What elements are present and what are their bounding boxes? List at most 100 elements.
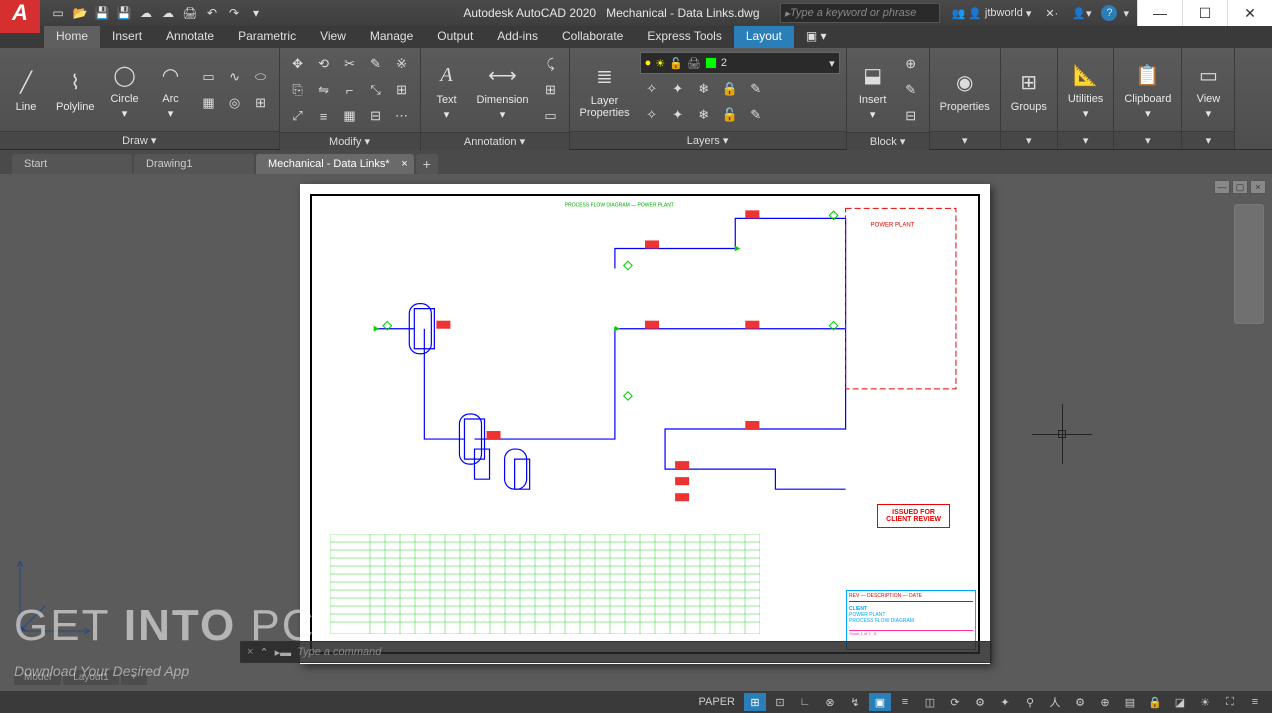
vp-restore-icon[interactable]: ▢ — [1232, 180, 1248, 194]
open-icon[interactable]: 📂 — [70, 3, 90, 23]
properties-button[interactable]: ◉Properties — [936, 65, 994, 115]
new-icon[interactable]: ▭ — [48, 3, 68, 23]
panel-clipboard-title[interactable]: ▾ — [1114, 131, 1181, 149]
text-button[interactable]: AText▾ — [427, 58, 467, 123]
attr-icon[interactable]: ⊟ — [899, 104, 923, 128]
space-indicator[interactable]: PAPER — [693, 696, 741, 708]
close-tab-icon[interactable]: × — [401, 158, 407, 170]
tab-express[interactable]: Express Tools — [635, 26, 733, 48]
signin-button[interactable]: 👥 👤 jtbworld ▾ — [948, 5, 1036, 22]
snap-toggle-icon[interactable]: ⊡ — [769, 693, 791, 711]
rotate-icon[interactable]: ⟲ — [312, 52, 336, 76]
ribbon-overflow-icon[interactable]: ▣ ▾ — [794, 26, 839, 48]
tab-view[interactable]: View — [308, 26, 358, 48]
panel-groups-title[interactable]: ▾ — [1001, 131, 1057, 149]
close-button[interactable]: ✕ — [1227, 0, 1272, 26]
ellipse-icon[interactable]: ⬭ — [249, 65, 273, 89]
line-button[interactable]: ╱Line — [6, 65, 46, 115]
minimize-button[interactable]: — — [1137, 0, 1182, 26]
lock-ui-icon[interactable]: 🔒 — [1144, 693, 1166, 711]
panel-properties-title[interactable]: ▾ — [930, 131, 1000, 149]
help-dropdown-icon[interactable]: ▾ — [1123, 7, 1129, 20]
spline-icon[interactable]: ∿ — [223, 65, 247, 89]
explode-icon[interactable]: ※ — [390, 52, 414, 76]
tab-home[interactable]: Home — [44, 26, 100, 48]
leader-icon[interactable]: ⤹ — [539, 52, 563, 76]
tab-output[interactable]: Output — [425, 26, 485, 48]
dimension-button[interactable]: ⟷Dimension▾ — [473, 58, 533, 123]
create-block-icon[interactable]: ⊕ — [899, 52, 923, 76]
mtext-icon[interactable]: ▭ — [539, 104, 563, 128]
isodraft-icon[interactable]: ↯ — [844, 693, 866, 711]
view-button[interactable]: ▭View▾ — [1188, 57, 1228, 122]
ortho-toggle-icon[interactable]: ∟ — [794, 693, 816, 711]
offset-icon[interactable]: ≡ — [312, 104, 336, 128]
annoauto-icon[interactable]: ⚲ — [1019, 693, 1041, 711]
panel-view-title[interactable]: ▾ — [1182, 131, 1234, 149]
web-open-icon[interactable]: ☁ — [136, 3, 156, 23]
autodesk-app-icon[interactable]: ✕· — [1041, 5, 1062, 22]
rect-icon[interactable]: ▭ — [197, 65, 221, 89]
array-icon[interactable]: ⊞ — [390, 78, 414, 102]
laycur-icon[interactable]: ✎ — [744, 103, 768, 127]
modify-more-icon[interactable]: ⋯ — [390, 104, 414, 128]
vp-close-icon[interactable]: × — [1250, 180, 1266, 194]
saveas-icon[interactable]: 💾 — [114, 3, 134, 23]
app-logo[interactable]: A — [0, 0, 40, 33]
maximize-button[interactable]: ☐ — [1182, 0, 1227, 26]
stay-connected-icon[interactable]: 👤▾ — [1068, 5, 1095, 22]
tab-insert[interactable]: Insert — [100, 26, 154, 48]
drawing-canvas[interactable]: — ▢ × POWER PLANT — [0, 174, 1272, 691]
scale-list-icon[interactable]: 人 — [1044, 693, 1066, 711]
laymch-icon[interactable]: ✎ — [744, 77, 768, 101]
polar-toggle-icon[interactable]: ⊗ — [819, 693, 841, 711]
circle-button[interactable]: ◯Circle▾ — [105, 57, 145, 122]
undo-icon[interactable]: ↶ — [202, 3, 222, 23]
units-icon[interactable]: ⊕ — [1094, 693, 1116, 711]
vp-minimize-icon[interactable]: — — [1214, 180, 1230, 194]
workspace-icon[interactable]: ⚙ — [1069, 693, 1091, 711]
command-line[interactable]: × ⌃ ▸▬ Type a command — [240, 641, 992, 663]
layulk-icon[interactable]: 🔓 — [718, 103, 742, 127]
layuniso-icon[interactable]: ✦ — [666, 103, 690, 127]
mirror-icon[interactable]: ⇋ — [312, 78, 336, 102]
lineweight-icon[interactable]: ≡ — [894, 693, 916, 711]
tab-addins[interactable]: Add-ins — [485, 26, 550, 48]
panel-block-title[interactable]: Block ▾ — [847, 132, 929, 150]
move-icon[interactable]: ✥ — [286, 52, 310, 76]
point-icon[interactable]: ⊞ — [249, 91, 273, 115]
redo-icon[interactable]: ↷ — [224, 3, 244, 23]
layon-icon[interactable]: ✧ — [640, 103, 664, 127]
copy-icon[interactable]: ⎘ — [286, 78, 310, 102]
panel-annotation-title[interactable]: Annotation ▾ — [421, 132, 569, 150]
annoscale-icon[interactable]: ⚙ — [969, 693, 991, 711]
trim-icon[interactable]: ✂ — [338, 52, 362, 76]
navigation-bar[interactable] — [1234, 204, 1264, 324]
arc-button[interactable]: ◠Arc▾ — [151, 57, 191, 122]
clipboard-button[interactable]: 📋Clipboard▾ — [1120, 57, 1175, 122]
tab-collaborate[interactable]: Collaborate — [550, 26, 635, 48]
laylck-icon[interactable]: 🔒 — [718, 77, 742, 101]
groups-button[interactable]: ⊞Groups — [1007, 65, 1051, 115]
panel-modify-title[interactable]: Modify ▾ — [280, 132, 420, 150]
fillet-icon[interactable]: ⌐ — [338, 78, 362, 102]
laythw-icon[interactable]: ❄ — [692, 103, 716, 127]
insert-button[interactable]: ⬓Insert▾ — [853, 58, 893, 123]
customize-status-icon[interactable]: ≡ — [1244, 693, 1266, 711]
panel-draw-title[interactable]: Draw ▾ — [0, 131, 279, 149]
edit-block-icon[interactable]: ✎ — [899, 78, 923, 102]
polyline-button[interactable]: ⌇Polyline — [52, 65, 99, 115]
scale-icon[interactable]: ⤢ — [286, 104, 310, 128]
hardware-icon[interactable]: ☀ — [1194, 693, 1216, 711]
region-icon[interactable]: ◎ — [223, 91, 247, 115]
layer-properties-button[interactable]: ≣Layer Properties — [576, 59, 634, 121]
cleanscreen-icon[interactable]: ⛶ — [1219, 693, 1241, 711]
help-icon[interactable]: ? — [1101, 5, 1117, 21]
erase-icon[interactable]: ✎ — [364, 52, 388, 76]
quickprops-icon[interactable]: ▤ — [1119, 693, 1141, 711]
stretch-icon[interactable]: ⤡ — [364, 78, 388, 102]
file-tab-drawing1[interactable]: Drawing1 — [134, 154, 254, 174]
tab-layout[interactable]: Layout — [734, 26, 794, 48]
transparency-icon[interactable]: ◫ — [919, 693, 941, 711]
layiso-icon[interactable]: ✦ — [666, 77, 690, 101]
